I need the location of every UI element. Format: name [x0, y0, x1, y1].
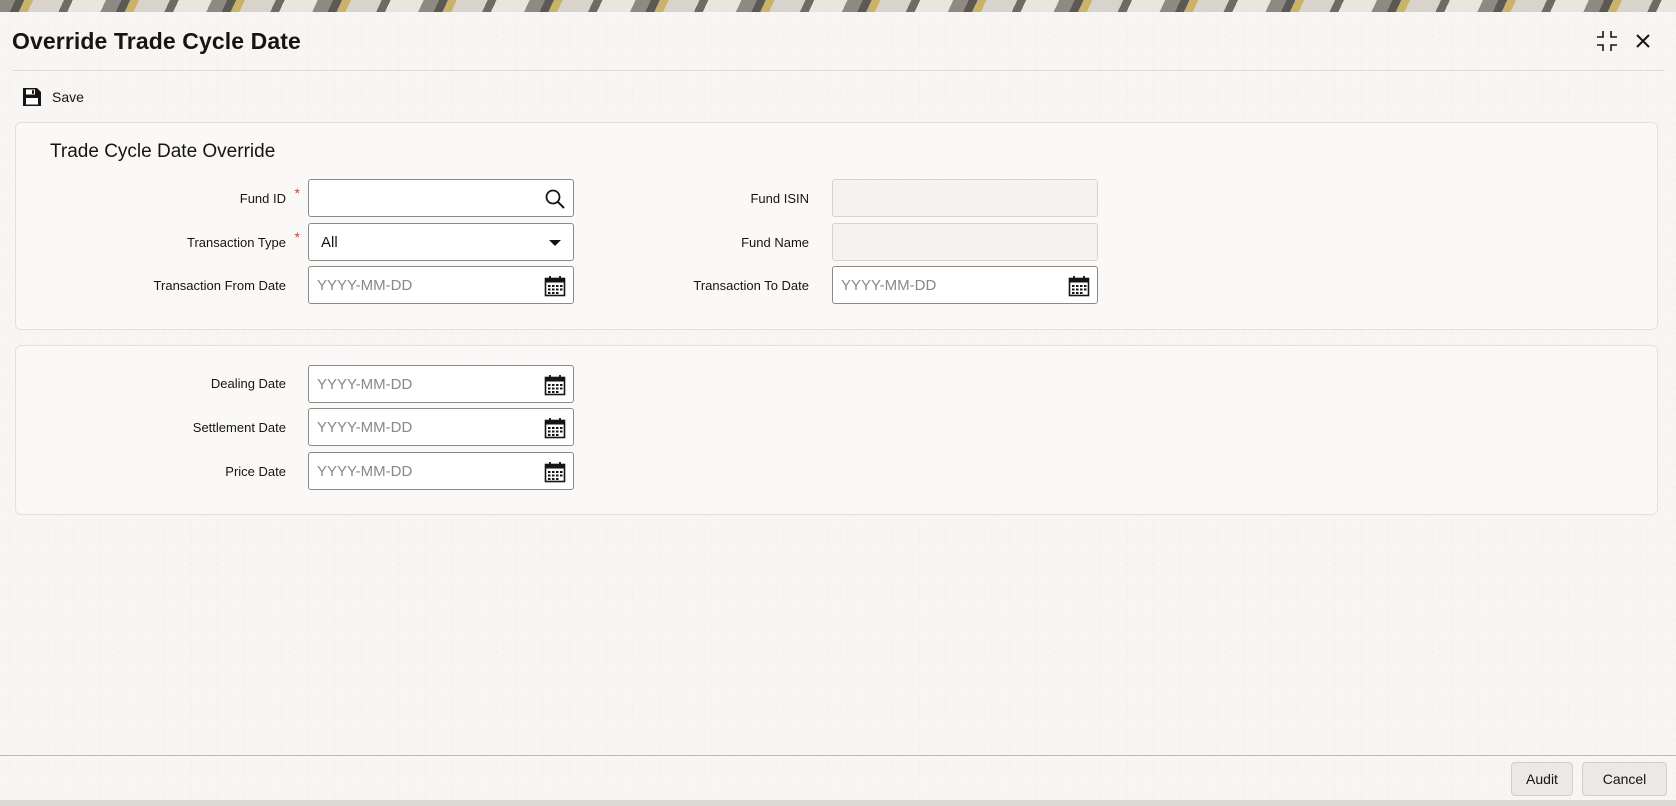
settlement-date-label: Settlement Date [192, 420, 286, 435]
section-title: Trade Cycle Date Override [50, 141, 276, 162]
settlement-date-calendar-button[interactable] [544, 417, 566, 439]
save-button[interactable]: Save [22, 84, 84, 110]
transaction-type-value: All [321, 234, 338, 251]
maximize-button[interactable] [1594, 28, 1620, 54]
save-label: Save [52, 89, 84, 105]
cancel-button[interactable]: Cancel [1582, 762, 1667, 796]
dealing-date-calendar-button[interactable] [544, 374, 566, 396]
price-date-input[interactable] [309, 453, 573, 489]
footer-divider [0, 755, 1676, 756]
dates-panel: Dealing Date Settlement Date Price Date [15, 345, 1658, 515]
settlement-date-field[interactable] [308, 408, 574, 446]
transaction-to-date-field[interactable] [832, 266, 1098, 304]
close-icon [1636, 34, 1650, 48]
dealing-date-field[interactable] [308, 365, 574, 403]
fund-isin-input [833, 180, 1097, 216]
transaction-from-date-field[interactable] [308, 266, 574, 304]
required-marker: * [294, 185, 300, 201]
fund-id-input[interactable] [309, 180, 573, 216]
floppy-disk-icon [23, 88, 41, 106]
calendar-icon [544, 375, 566, 396]
fund-isin-field [832, 179, 1098, 217]
transaction-to-date-calendar-button[interactable] [1068, 275, 1090, 297]
close-button[interactable] [1630, 28, 1656, 54]
audit-button[interactable]: Audit [1511, 762, 1573, 796]
price-date-calendar-button[interactable] [544, 461, 566, 483]
settlement-date-input[interactable] [309, 409, 573, 445]
decorative-header-strip [0, 0, 1676, 12]
price-date-field[interactable] [308, 452, 574, 490]
calendar-icon [1068, 276, 1090, 297]
page-title: Override Trade Cycle Date [12, 28, 301, 54]
bottom-edge [0, 800, 1676, 806]
fund-id-label: Fund ID * [26, 185, 300, 207]
transaction-type-label-text: Transaction Type [187, 235, 286, 250]
maximize-icon [1597, 31, 1617, 51]
fund-name-field [832, 223, 1098, 261]
fund-id-field[interactable] [308, 179, 574, 217]
transaction-type-label: Transaction Type * [26, 229, 300, 251]
fund-name-label: Fund Name [741, 235, 809, 250]
price-date-label: Price Date [225, 464, 286, 479]
transaction-from-date-label: Transaction From Date [153, 278, 286, 293]
transaction-to-date-label: Transaction To Date [693, 278, 809, 293]
fund-name-input [833, 224, 1097, 260]
title-divider [12, 70, 1664, 71]
dealing-date-label: Dealing Date [210, 376, 286, 391]
calendar-icon [544, 418, 566, 439]
transaction-to-date-input[interactable] [833, 267, 1097, 303]
fund-isin-label: Fund ISIN [750, 191, 809, 206]
transaction-from-date-input[interactable] [309, 267, 573, 303]
required-marker: * [294, 229, 300, 245]
dealing-date-input[interactable] [309, 366, 573, 402]
trade-cycle-date-override-panel: Trade Cycle Date Override Fund ID * Tran… [15, 122, 1658, 330]
calendar-icon [544, 462, 566, 483]
fund-id-label-text: Fund ID [239, 191, 286, 206]
transaction-type-select[interactable]: All [308, 223, 574, 261]
